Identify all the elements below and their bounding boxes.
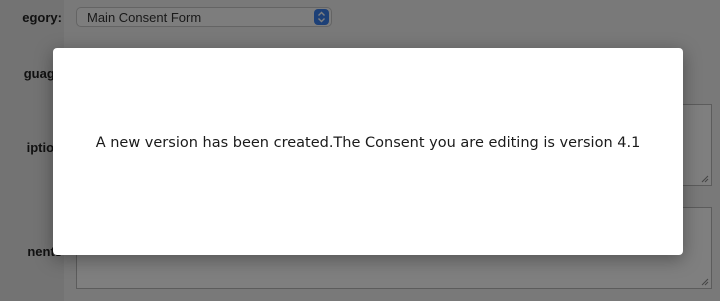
version-dialog: A new version has been created.The Conse… [53,48,683,255]
dialog-message: A new version has been created.The Conse… [95,135,641,151]
